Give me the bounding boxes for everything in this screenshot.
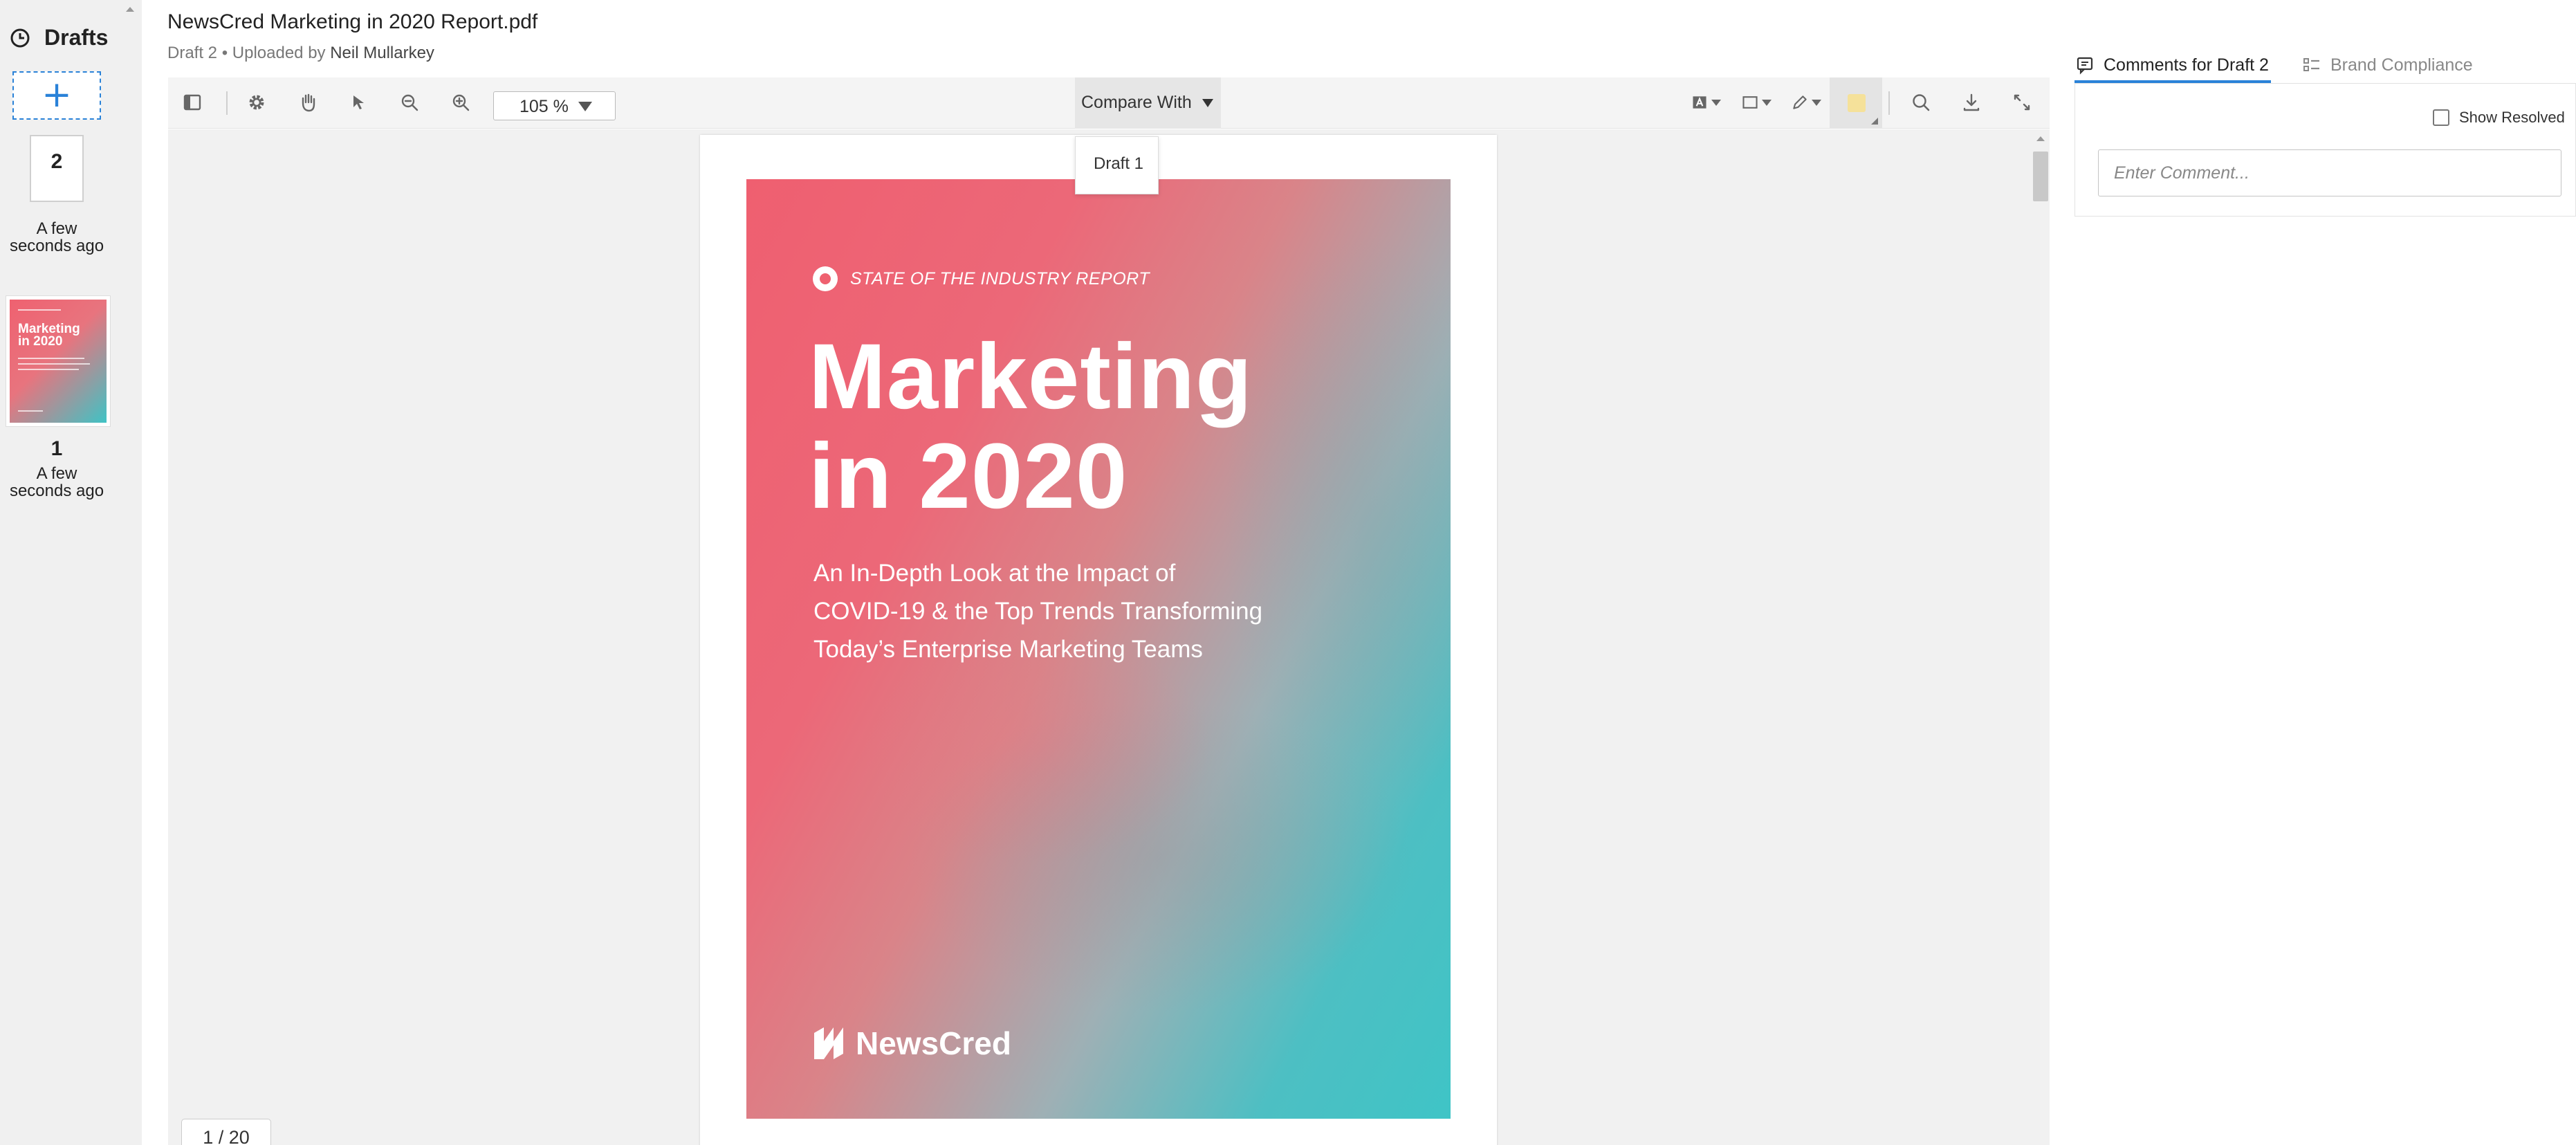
draft-2-time-line2: seconds ago: [9, 237, 104, 255]
report-cover: STATE OF THE INDUSTRY REPORT Marketing i…: [746, 179, 1451, 1119]
preview-line: [18, 369, 79, 370]
draft-1-time-line2: seconds ago: [9, 482, 104, 500]
preview-line: [18, 309, 61, 311]
toolbar-separator: [1888, 91, 1890, 115]
document-scrollbar[interactable]: [2030, 129, 2050, 1145]
page-indicator: 1 / 20: [181, 1119, 271, 1145]
tab-comments[interactable]: Comments for Draft 2: [2075, 47, 2269, 83]
preview-line: [18, 410, 43, 412]
newscred-circle-logo: [813, 266, 838, 291]
zoom-value: 105 %: [519, 97, 569, 116]
draft-1-timestamp: A few seconds ago: [0, 465, 113, 500]
draft-1-time-line1: A few: [36, 464, 77, 483]
file-meta: Draft 2 • Uploaded by Neil Mullarkey: [167, 44, 434, 63]
fullscreen-icon[interactable]: [2009, 90, 2034, 115]
show-resolved-checkbox[interactable]: [2433, 109, 2449, 126]
sidebar-scroll-up-arrow[interactable]: [126, 7, 134, 12]
file-title: NewsCred Marketing in 2020 Report.pdf: [167, 10, 538, 33]
clock-icon: [10, 28, 30, 47]
preview-line: [18, 358, 84, 359]
draft-label: Draft 2: [167, 44, 218, 62]
comments-panel: Comments for Draft 2 Brand Compliance Sh…: [2050, 0, 2576, 1145]
newscred-logo-icon: [814, 1027, 843, 1059]
preview-line: [18, 363, 90, 365]
chevron-down-icon: [1812, 99, 1821, 106]
document-page[interactable]: STATE OF THE INDUSTRY REPORT Marketing i…: [700, 135, 1497, 1145]
chevron-down-icon: [1762, 99, 1772, 106]
tab-comments-label: Comments for Draft 2: [2104, 55, 2269, 75]
compare-option-draft-1[interactable]: Draft 1: [1075, 136, 1159, 194]
scrollbar-thumb[interactable]: [2033, 152, 2048, 201]
cover-brand: NewsCred: [813, 1025, 1011, 1062]
comment-icon: [2077, 57, 2093, 75]
viewer-toolbar: 105 % Compare With: [168, 77, 2050, 129]
compare-with-label: Compare With: [1081, 93, 1192, 112]
draft-2-thumbnail[interactable]: 2: [30, 135, 84, 202]
cover-subtitle-line2: COVID-19 & the Top Trends Transforming: [813, 598, 1263, 625]
text-tool-icon[interactable]: [1686, 90, 1725, 115]
drafts-title: Drafts: [44, 25, 109, 50]
cover-headline-line1: Marketing: [809, 325, 1253, 428]
show-resolved-label: Show Resolved: [2459, 109, 2565, 126]
add-draft-button[interactable]: +: [12, 71, 101, 120]
draft-1-number: 1: [50, 437, 63, 460]
zoom-select[interactable]: 105 %: [493, 91, 616, 120]
gear-icon[interactable]: [244, 90, 269, 115]
compare-with-button[interactable]: Compare With: [1075, 77, 1221, 129]
draft-1-thumbnail[interactable]: Marketing in 2020: [6, 295, 111, 427]
pen-tool-icon[interactable]: [1787, 90, 1825, 115]
tab-brand-label: Brand Compliance: [2330, 55, 2473, 75]
drafts-sidebar: Drafts + 2 A few seconds ago Marketing i…: [0, 0, 142, 1145]
toolbar-separator: [226, 91, 228, 115]
preview-title: Marketing in 2020: [18, 322, 80, 349]
checklist-icon: [2303, 58, 2319, 71]
chevron-down-icon: [578, 102, 592, 111]
cover-subtitle-line3: Today’s Enterprise Marketing Teams: [813, 636, 1203, 663]
draft-1-cover-preview: Marketing in 2020: [10, 300, 107, 423]
hand-icon[interactable]: [295, 90, 320, 115]
draft-2-timestamp: A few seconds ago: [0, 220, 113, 255]
draft-2-time-line1: A few: [36, 219, 77, 238]
cover-headline: Marketing in 2020: [809, 327, 1253, 526]
uploader-name: Neil Mullarkey: [330, 44, 434, 62]
cover-kicker-text: STATE OF THE INDUSTRY REPORT: [850, 268, 1150, 288]
cover-kicker: STATE OF THE INDUSTRY REPORT: [813, 266, 1150, 291]
comment-input[interactable]: [2098, 149, 2561, 196]
download-icon[interactable]: [1959, 90, 1984, 115]
search-icon[interactable]: [1908, 90, 1933, 115]
preview-title-line2: in 2020: [18, 334, 63, 349]
dropdown-corner-indicator: [1871, 118, 1878, 125]
chevron-down-icon: [1202, 99, 1213, 107]
cover-headline-line2: in 2020: [809, 425, 1128, 528]
chevron-down-icon: [1711, 99, 1721, 106]
tab-brand-compliance[interactable]: Brand Compliance: [2302, 47, 2473, 83]
zoom-out-icon[interactable]: [397, 90, 422, 115]
scroll-up-arrow[interactable]: [2036, 136, 2045, 141]
highlight-icon[interactable]: [1830, 77, 1882, 129]
sidebar-toggle-icon[interactable]: [180, 90, 205, 115]
shape-tool-icon[interactable]: [1737, 90, 1776, 115]
cover-subtitle: An In-Depth Look at the Impact of COVID-…: [813, 554, 1339, 668]
highlight-color-swatch: [1848, 94, 1866, 112]
document-viewer[interactable]: STATE OF THE INDUSTRY REPORT Marketing i…: [168, 129, 2050, 1145]
pointer-icon[interactable]: [347, 90, 371, 115]
drafts-header: Drafts: [10, 25, 108, 51]
cover-brand-name: NewsCred: [856, 1025, 1011, 1061]
zoom-in-icon[interactable]: [448, 90, 473, 115]
show-resolved-toggle[interactable]: Show Resolved: [2433, 109, 2565, 127]
cover-subtitle-line1: An In-Depth Look at the Impact of: [813, 560, 1176, 587]
uploaded-by-prefix: • Uploaded by: [221, 44, 326, 62]
